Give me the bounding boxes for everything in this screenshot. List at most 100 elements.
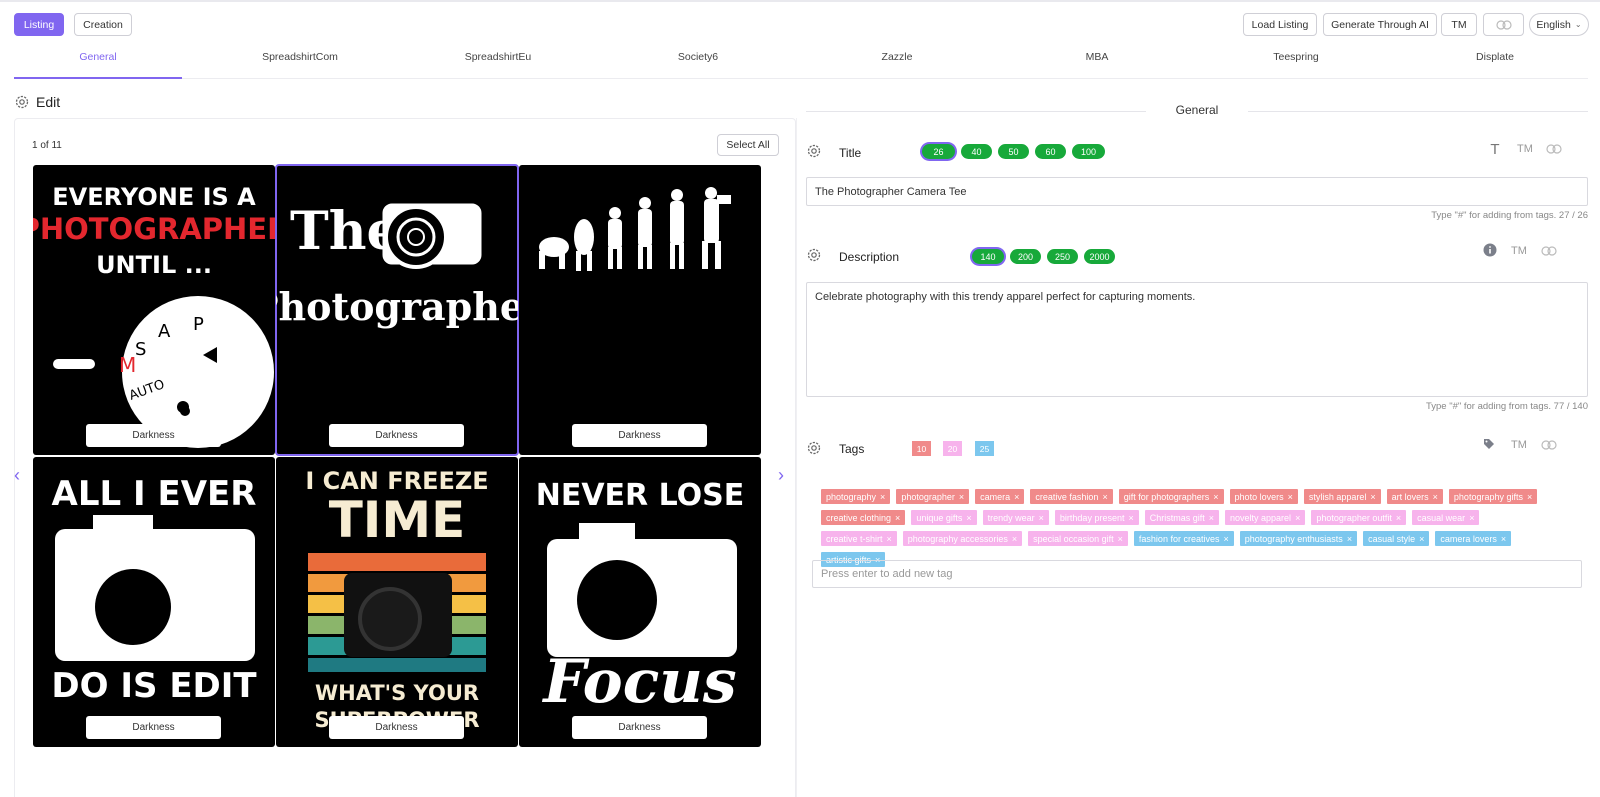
tag-chip[interactable]: photography enthusiasts ×: [1239, 531, 1358, 546]
description-textarea[interactable]: Celebrate photography with this trendy a…: [806, 282, 1588, 397]
remove-tag-icon[interactable]: ×: [1039, 513, 1044, 523]
darkness-button[interactable]: Darkness: [329, 716, 464, 739]
remove-tag-icon[interactable]: ×: [1396, 513, 1401, 523]
title-length-26[interactable]: 26: [922, 144, 955, 159]
remove-tag-icon[interactable]: ×: [880, 492, 885, 502]
darkness-button[interactable]: Darkness: [572, 716, 707, 739]
remove-tag-icon[interactable]: ×: [1014, 492, 1019, 502]
tag-chip[interactable]: Christmas gift ×: [1144, 510, 1220, 525]
text-format-icon[interactable]: T: [1486, 140, 1504, 158]
remove-tag-icon[interactable]: ×: [1213, 492, 1218, 502]
description-tm-button[interactable]: TM: [1508, 242, 1530, 260]
tag-chip[interactable]: novelty apparel ×: [1225, 510, 1306, 525]
remove-tag-icon[interactable]: ×: [1347, 534, 1352, 544]
tag-chip[interactable]: casual wear ×: [1412, 510, 1480, 525]
creation-button[interactable]: Creation: [74, 13, 132, 36]
description-length-250[interactable]: 250: [1047, 249, 1078, 264]
tag-chip[interactable]: special occasion gift ×: [1028, 531, 1128, 546]
remove-tag-icon[interactable]: ×: [1223, 534, 1228, 544]
darkness-button[interactable]: Darkness: [329, 424, 464, 447]
tags-gear-icon[interactable]: [806, 440, 822, 456]
new-tag-input[interactable]: Press enter to add new tag: [812, 560, 1582, 588]
description-link-icon[interactable]: [1538, 242, 1560, 260]
description-gear-icon[interactable]: [806, 247, 822, 263]
title-length-40[interactable]: 40: [961, 144, 992, 159]
remove-tag-icon[interactable]: ×: [1419, 534, 1424, 544]
tab-spreadshirtcom[interactable]: SpreadshirtCom: [216, 51, 384, 67]
tag-chip[interactable]: photo lovers ×: [1229, 489, 1298, 504]
tag-chip[interactable]: trendy wear ×: [982, 510, 1049, 525]
tag-chip[interactable]: creative clothing ×: [821, 510, 906, 525]
design-tile[interactable]: Darkness: [519, 165, 761, 455]
remove-tag-icon[interactable]: ×: [959, 492, 964, 502]
tag-chip[interactable]: camera ×: [975, 489, 1025, 504]
remove-tag-icon[interactable]: ×: [1012, 534, 1017, 544]
tag-chip[interactable]: art lovers ×: [1386, 489, 1443, 504]
tag-limit-10[interactable]: 10: [912, 441, 931, 456]
remove-tag-icon[interactable]: ×: [966, 513, 971, 523]
tag-chip[interactable]: unique gifts ×: [911, 510, 977, 525]
remove-tag-icon[interactable]: ×: [1102, 492, 1107, 502]
load-listing-button[interactable]: Load Listing: [1243, 13, 1317, 36]
tags-link-icon[interactable]: [1538, 436, 1560, 454]
tag-chip[interactable]: creative t-shirt ×: [821, 531, 897, 546]
remove-tag-icon[interactable]: ×: [1433, 492, 1438, 502]
remove-tag-icon[interactable]: ×: [1288, 492, 1293, 502]
remove-tag-icon[interactable]: ×: [1295, 513, 1300, 523]
prev-arrow-icon[interactable]: ‹: [14, 465, 20, 486]
tab-society6[interactable]: Society6: [614, 51, 782, 67]
tag-chip[interactable]: fashion for creatives ×: [1133, 531, 1234, 546]
tab-zazzle[interactable]: Zazzle: [813, 51, 981, 67]
tab-mba[interactable]: MBA: [1013, 51, 1181, 67]
description-length-2000[interactable]: 2000: [1084, 249, 1115, 264]
remove-tag-icon[interactable]: ×: [1370, 492, 1375, 502]
tags-tm-button[interactable]: TM: [1508, 436, 1530, 454]
tag-chip[interactable]: photography ×: [821, 489, 891, 504]
copy-icon-button[interactable]: [1483, 13, 1524, 36]
generate-ai-button[interactable]: Generate Through AI: [1323, 13, 1437, 36]
tag-chip[interactable]: creative fashion ×: [1030, 489, 1113, 504]
info-icon[interactable]: [1482, 242, 1498, 258]
tag-chip[interactable]: photography accessories ×: [902, 531, 1023, 546]
title-link-icon[interactable]: [1543, 140, 1565, 158]
tab-displate[interactable]: Displate: [1411, 51, 1579, 67]
remove-tag-icon[interactable]: ×: [895, 513, 900, 523]
darkness-button[interactable]: Darkness: [86, 424, 221, 447]
remove-tag-icon[interactable]: ×: [1501, 534, 1506, 544]
tag-limit-25[interactable]: 25: [975, 441, 994, 456]
remove-tag-icon[interactable]: ×: [1209, 513, 1214, 523]
remove-tag-icon[interactable]: ×: [1469, 513, 1474, 523]
language-select[interactable]: English ⌄: [1529, 13, 1589, 36]
title-length-60[interactable]: 60: [1035, 144, 1066, 159]
design-tile[interactable]: ALL I EVER DO IS EDIT Darkness: [33, 457, 275, 747]
gear-icon[interactable]: [14, 94, 30, 110]
design-tile[interactable]: I CAN FREEZE TIME WHAT'S YOUR SUPERPOWER…: [276, 457, 518, 747]
remove-tag-icon[interactable]: ×: [1527, 492, 1532, 502]
tab-teespring[interactable]: Teespring: [1212, 51, 1380, 67]
title-length-50[interactable]: 50: [998, 144, 1029, 159]
tag-chip[interactable]: birthday present ×: [1054, 510, 1139, 525]
design-tile[interactable]: NEVER LOSE Focus Darkness: [519, 457, 761, 747]
tag-limit-20[interactable]: 20: [943, 441, 962, 456]
title-input[interactable]: The Photographer Camera Tee: [806, 177, 1588, 206]
description-length-140[interactable]: 140: [972, 249, 1004, 264]
tab-general[interactable]: General: [14, 51, 182, 67]
tag-chip[interactable]: stylish apparel ×: [1303, 489, 1381, 504]
tm-button[interactable]: TM: [1441, 13, 1477, 36]
tag-chip[interactable]: photography gifts ×: [1448, 489, 1538, 504]
design-tile[interactable]: EVERYONE IS A PHOTOGRAPHER UNTIL ... P A…: [33, 165, 275, 455]
tag-icon[interactable]: [1481, 436, 1497, 452]
tag-chip[interactable]: casual style ×: [1363, 531, 1430, 546]
tag-chip[interactable]: gift for photographers ×: [1118, 489, 1224, 504]
tab-spreadshirteu[interactable]: SpreadshirtEu: [414, 51, 582, 67]
darkness-button[interactable]: Darkness: [86, 716, 221, 739]
tag-chip[interactable]: photographer outfit ×: [1311, 510, 1407, 525]
darkness-button[interactable]: Darkness: [572, 424, 707, 447]
title-length-100[interactable]: 100: [1072, 144, 1105, 159]
listing-button[interactable]: Listing: [14, 13, 64, 36]
tag-chip[interactable]: photographer ×: [896, 489, 970, 504]
description-length-200[interactable]: 200: [1010, 249, 1041, 264]
title-tm-button[interactable]: TM: [1514, 140, 1536, 158]
tag-chip[interactable]: camera lovers ×: [1435, 531, 1512, 546]
design-tile-selected[interactable]: The Photographer Darkness: [275, 164, 519, 456]
